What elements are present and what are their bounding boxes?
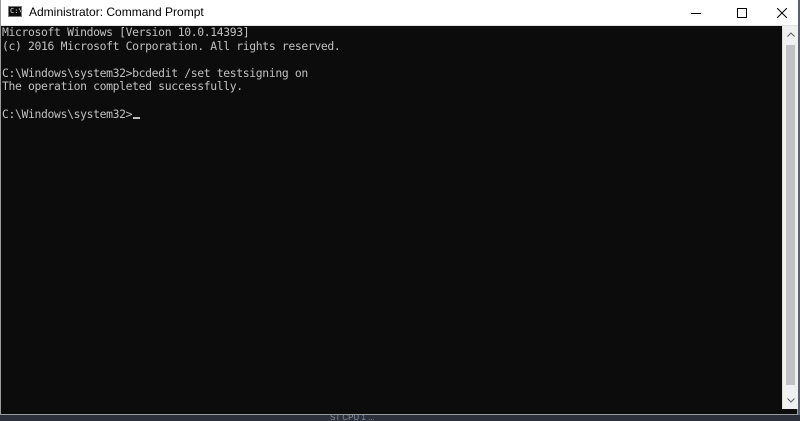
chevron-down-icon xyxy=(786,398,795,403)
console-prompt: C:\Windows\system32> xyxy=(2,106,133,121)
console-line-result: The operation completed successfully. xyxy=(2,79,243,94)
command-prompt-window: C:\ Administrator: Command Prompt Micros… xyxy=(0,0,799,415)
console-line-version: Microsoft Windows [Version 10.0.14393] xyxy=(2,26,250,39)
maximize-button[interactable] xyxy=(719,0,765,25)
console-output[interactable]: Microsoft Windows [Version 10.0.14393] (… xyxy=(1,26,782,409)
close-icon xyxy=(777,7,787,18)
console-prompt-line[interactable]: C:\Windows\system32> xyxy=(2,106,782,122)
maximize-icon xyxy=(737,7,747,18)
chevron-up-icon xyxy=(786,32,795,37)
minimize-icon xyxy=(691,12,701,14)
console-line-command: C:\Windows\system32>bcdedit /set testsig… xyxy=(2,65,308,80)
background-window-strip: ST CPU 1 ... xyxy=(0,415,800,421)
text-cursor xyxy=(133,116,141,119)
console-line-copyright: (c) 2016 Microsoft Corporation. All righ… xyxy=(2,38,341,53)
title-bar[interactable]: C:\ Administrator: Command Prompt xyxy=(1,0,799,26)
close-button[interactable] xyxy=(765,0,799,25)
window-title: Administrator: Command Prompt xyxy=(29,5,204,19)
scroll-down-button[interactable] xyxy=(783,392,798,409)
vertical-scrollbar[interactable] xyxy=(782,26,798,409)
cmd-app-icon[interactable]: C:\ xyxy=(8,6,22,17)
scroll-thumb[interactable] xyxy=(786,45,795,385)
scroll-up-button[interactable] xyxy=(783,26,798,43)
console-line-blank-2 xyxy=(2,94,782,108)
background-window-text: ST CPU 1 ... xyxy=(330,415,375,421)
minimize-button[interactable] xyxy=(673,0,719,25)
